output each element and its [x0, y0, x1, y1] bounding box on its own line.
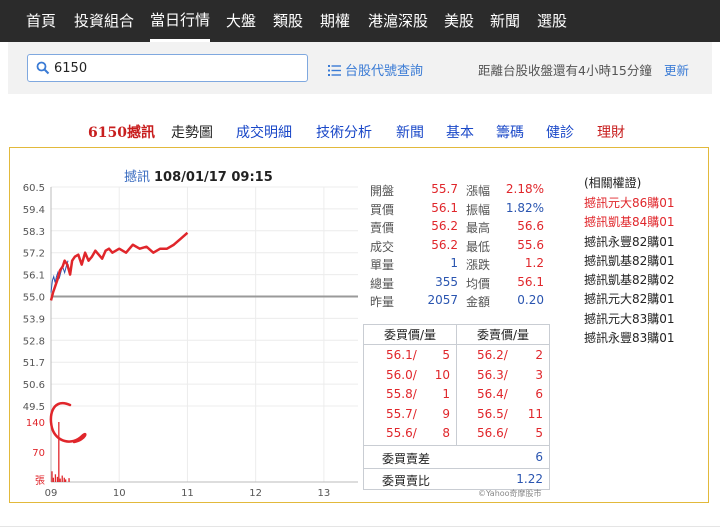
quote-value: 56.1	[517, 274, 544, 289]
bid-volume: 8	[442, 426, 450, 440]
ask-header: 委賣價/量	[476, 328, 530, 342]
quote-row: 開盤 55.7 漲幅 2.18%	[370, 182, 550, 201]
quote-value: 1	[450, 256, 458, 270]
quote-row: 買價 56.1 振幅 1.82%	[370, 201, 550, 220]
y-tick-label: 59.4	[23, 205, 45, 216]
quote-value: 0.20	[517, 293, 544, 307]
book-divider	[456, 325, 457, 445]
y-tick-label: 50.6	[23, 380, 45, 391]
bid-ask-ratio-value: 1.22	[516, 472, 543, 486]
quote-value: 1.2	[524, 256, 544, 270]
related-warrant-item[interactable]: 撼訊元大83購01	[584, 310, 704, 329]
y-tick-label: 51.7	[23, 358, 45, 369]
quote-label: 單量	[370, 258, 395, 272]
volume-tick-label: 140	[26, 418, 45, 429]
y-tick-label: 55.0	[23, 293, 45, 304]
quote-label: 漲跌	[466, 258, 491, 272]
related-warrant-item[interactable]: 撼訊永豐82購01	[584, 233, 704, 252]
x-tick-label: 09	[45, 488, 58, 499]
book-divider	[364, 468, 549, 469]
bid-volume: 9	[442, 406, 450, 421]
y-tick-label: 52.8	[23, 336, 45, 347]
quote-table: 開盤 55.7 漲幅 2.18% 買價 56.1 振幅 1.82% 賣價 56.2 最高 56.6 成交…	[370, 182, 550, 312]
quote-value: 56.1	[431, 200, 458, 215]
bid-price: 56.1/	[386, 348, 417, 362]
order-book: 委買價/量 委賣價/量 委買賣差 6 委買賣比 1.22 56.1/5 56.2/…	[363, 324, 550, 490]
quote-label: 均價	[466, 276, 491, 291]
related-warrant-item[interactable]: 撼訊元大86購01	[584, 194, 704, 213]
bid-volume: 5	[442, 348, 450, 362]
quote-value: 2.18%	[505, 182, 544, 196]
bid-price: 56.0/	[386, 367, 417, 382]
x-tick-label: 12	[249, 488, 262, 499]
bid-price: 55.8/	[386, 387, 417, 401]
quote-label: 成交	[370, 239, 395, 254]
related-warrant-item[interactable]: 撼訊凱基82購01	[584, 252, 704, 271]
annotation-circle	[49, 402, 87, 444]
ask-volume: 2	[535, 348, 543, 362]
x-tick-label: 11	[181, 488, 194, 499]
quote-value: 56.6	[517, 219, 544, 233]
bid-price: 55.7/	[386, 406, 417, 421]
quote-value: 2057	[427, 293, 458, 307]
quote-label: 賣價	[370, 221, 395, 235]
related-warrant-item[interactable]: 撼訊元大82購01	[584, 290, 704, 309]
ask-price: 56.6/	[477, 426, 508, 440]
book-divider	[364, 445, 549, 446]
ask-volume: 11	[527, 406, 543, 421]
quote-label: 最高	[466, 221, 491, 235]
x-tick-label: 10	[113, 488, 126, 499]
ask-price: 56.2/	[477, 348, 508, 362]
y-tick-label: 53.9	[23, 314, 45, 325]
related-warrant-item[interactable]: 撼訊永豐83購01	[584, 329, 704, 348]
volume-unit-label: 張	[35, 475, 45, 487]
bid-volume: 10	[434, 367, 450, 382]
related-warrant-item[interactable]: 撼訊凱基84購01	[584, 213, 704, 232]
ask-volume: 6	[535, 387, 543, 401]
quote-row: 成交 56.2 最低 55.6	[370, 238, 550, 257]
ask-volume: 3	[535, 367, 543, 382]
quote-value: 56.2	[431, 237, 458, 252]
y-tick-label: 60.5	[23, 183, 45, 194]
copyright: ©Yahoo奇摩股市	[478, 489, 542, 498]
quote-value: 55.7	[431, 182, 458, 196]
quote-label: 總量	[370, 276, 395, 291]
quote-label: 最低	[466, 239, 491, 254]
quote-row: 昨量 2057 金額 0.20	[370, 293, 550, 312]
y-tick-label: 49.5	[23, 402, 45, 413]
quote-row: 單量 1 漲跌 1.2	[370, 256, 550, 275]
quote-label: 昨量	[370, 295, 395, 309]
quote-value: 56.2	[431, 219, 458, 233]
bid-ask-diff-label: 委買賣差	[382, 452, 431, 466]
quote-label: 漲幅	[466, 184, 491, 198]
x-tick-label: 13	[318, 488, 331, 499]
bid-ask-diff-value: 6	[535, 450, 543, 464]
quote-row: 總量 355 均價 56.1	[370, 275, 550, 294]
volume-tick-label: 70	[32, 448, 45, 459]
quote-label: 買價	[370, 202, 395, 217]
ask-price: 56.5/	[477, 406, 508, 421]
y-tick-label: 56.1	[23, 271, 45, 282]
quote-value: 55.6	[517, 237, 544, 252]
related-warrant-item[interactable]: 撼訊凱基82購02	[584, 271, 704, 290]
page-divider	[0, 526, 720, 527]
quote-value: 1.82%	[505, 200, 544, 215]
bid-header: 委買價/量	[383, 328, 437, 342]
y-tick-label: 57.2	[23, 249, 45, 260]
quote-label: 金額	[466, 295, 491, 309]
y-tick-label: 58.3	[23, 227, 45, 238]
quote-value: 355	[435, 274, 458, 289]
ask-price: 56.4/	[477, 387, 508, 401]
quote-row: 賣價 56.2 最高 56.6	[370, 219, 550, 238]
ask-volume: 5	[535, 426, 543, 440]
quote-label: 振幅	[466, 202, 491, 217]
related-warrants-header: (相關權證)	[584, 176, 642, 190]
ask-price: 56.3/	[477, 367, 508, 382]
related-warrants: (相關權證) 撼訊元大86購01 撼訊凱基84購01 撼訊永豐82購01 撼訊凱基82…	[584, 174, 704, 348]
quote-label: 開盤	[370, 184, 395, 198]
bid-ask-ratio-label: 委買賣比	[382, 474, 431, 488]
bid-volume: 1	[442, 387, 450, 401]
bid-price: 55.6/	[386, 426, 417, 440]
